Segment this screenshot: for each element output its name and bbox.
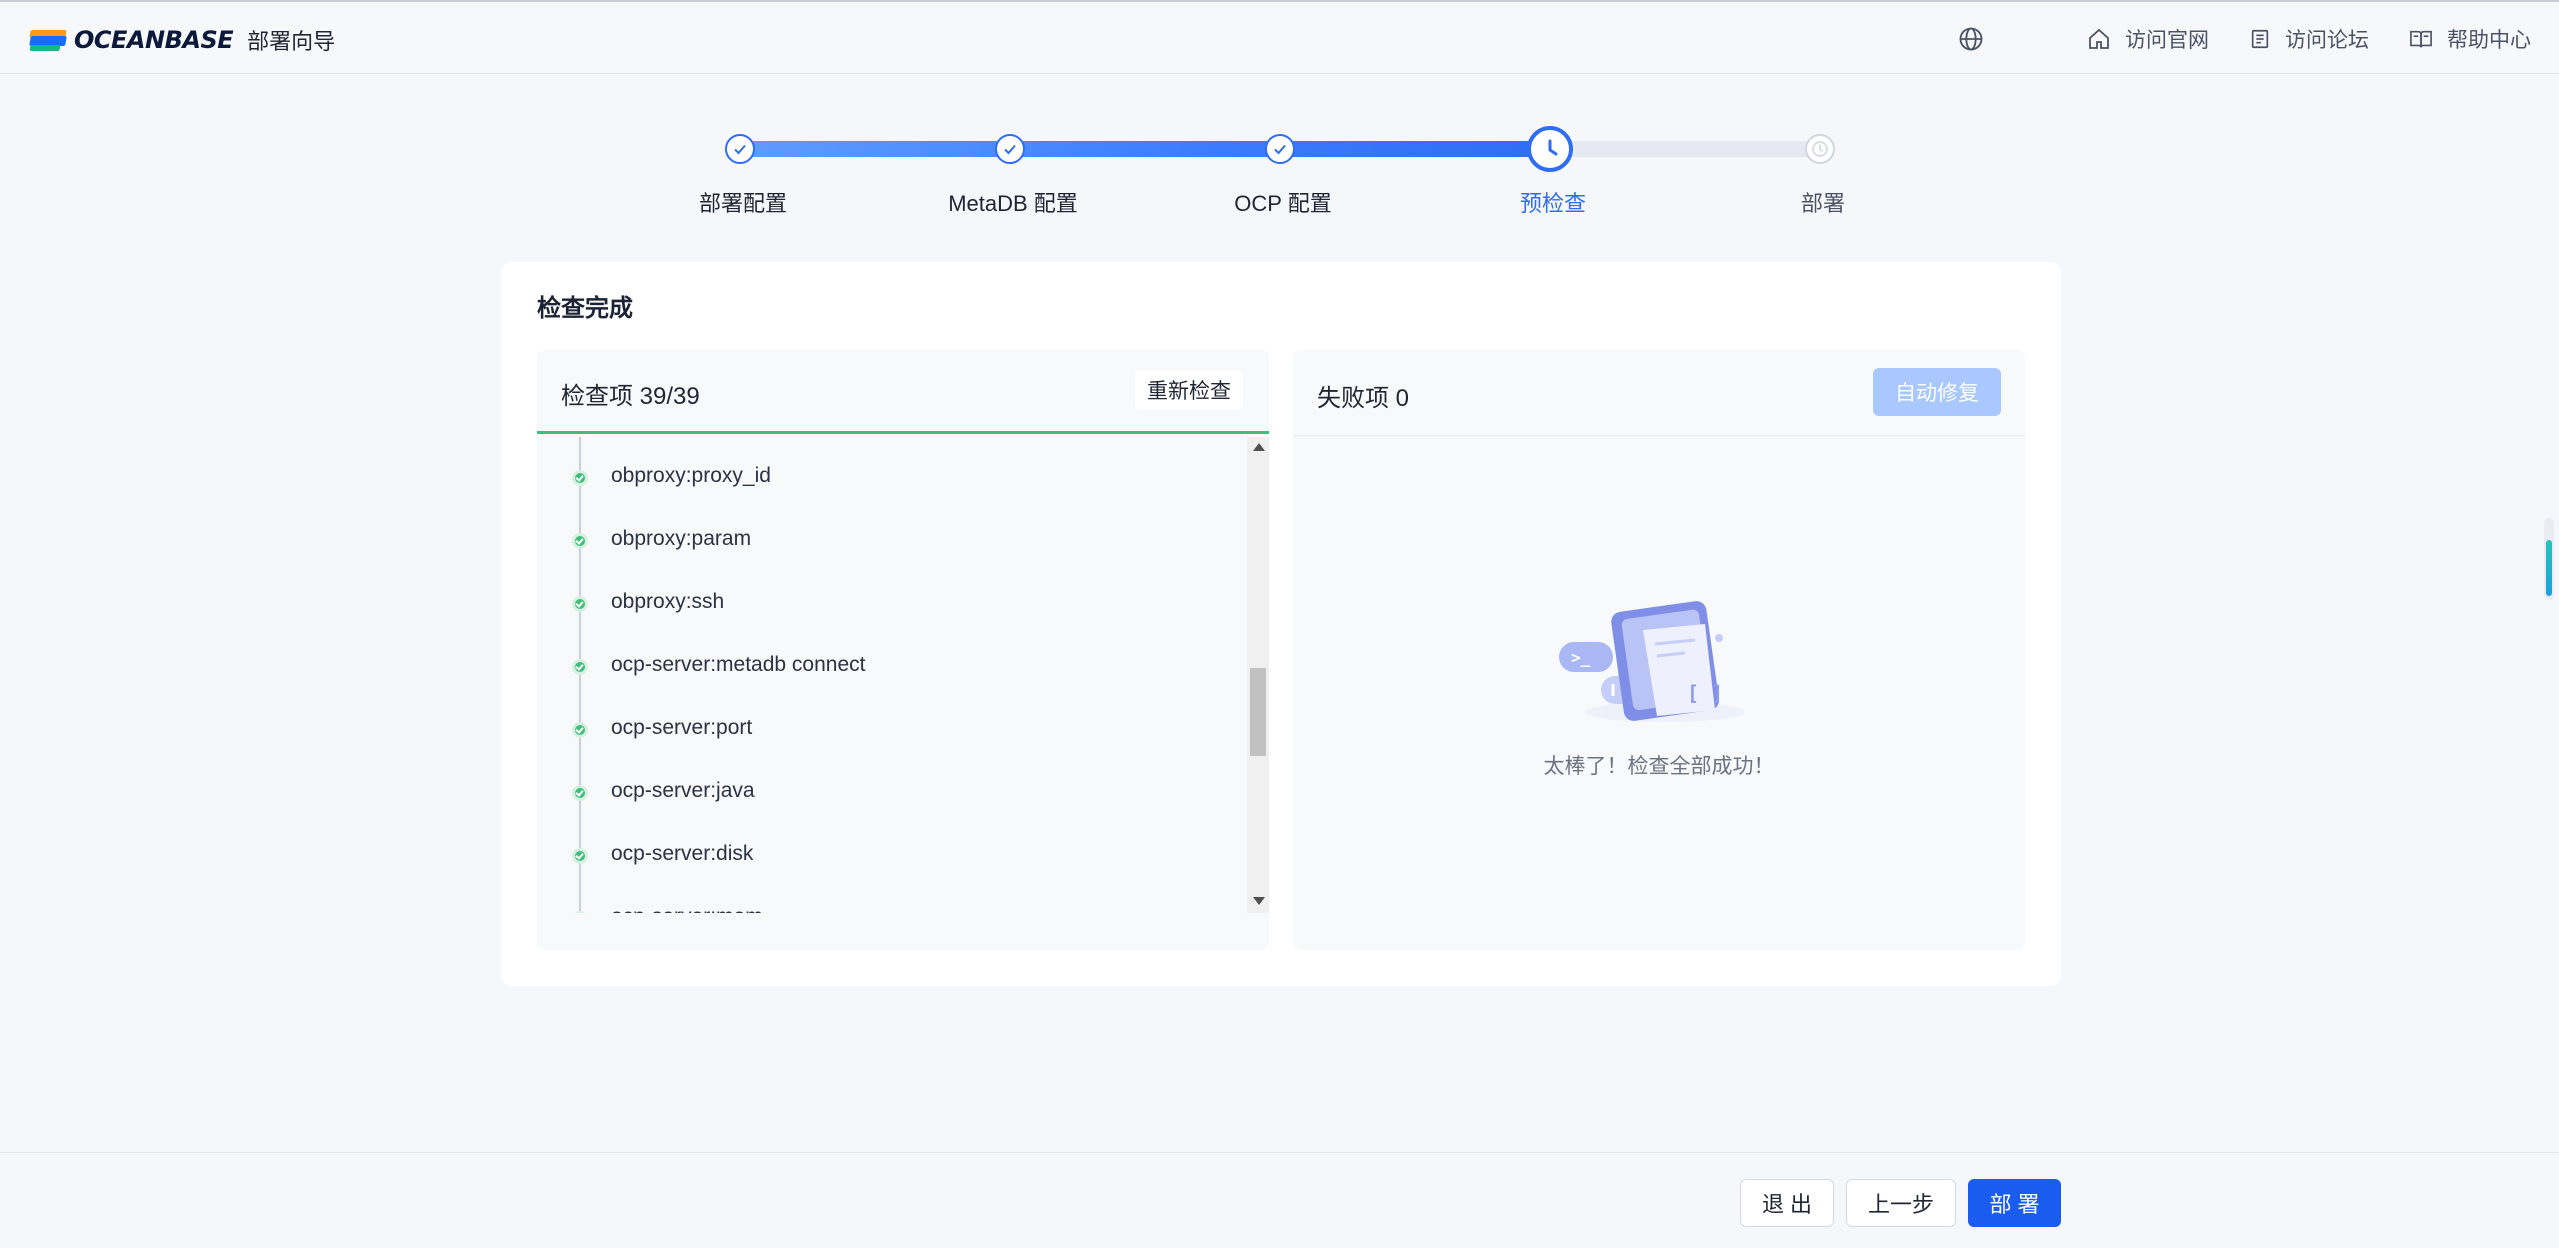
success-check-icon [572,533,588,549]
failures-header: 失败项 0 自动修复 [1293,350,2025,436]
step-label-ocp-config: OCP 配置 [1234,191,1332,216]
progress-stepper: 部署配置 MetaDB 配置 OCP 配置 预检查 部署 [698,118,1860,218]
success-check-icon [572,470,588,486]
recheck-button[interactable]: 重新检查 [1135,370,1243,410]
svg-text:>_: >_ [1571,648,1591,667]
nav-help-center-label: 帮助中心 [2447,29,2531,52]
step-label-metadb-config: MetaDB 配置 [948,191,1078,216]
top-bar: OCEANBASE 部署向导 访问官网 访问论坛 帮助中心 [0,0,2559,74]
success-check-icon [572,848,588,864]
step-2-check-icon [995,134,1025,164]
list-item: ocp-server:port [537,709,1237,749]
nav-forum-label: 访问论坛 [2285,29,2369,52]
top-nav: 访问官网 访问论坛 帮助中心 [1957,24,2531,54]
card-title: 检查完成 [537,295,633,322]
nav-forum[interactable]: 访问论坛 [2249,24,2369,54]
step-1-check-icon [725,134,755,164]
home-icon [2089,28,2109,49]
oceanbase-logo-icon [28,25,68,55]
globe-icon[interactable] [1957,25,1985,53]
list-item: ocp-server:disk [537,835,1237,875]
step-4-clock-icon [1527,126,1573,172]
scroll-thumb[interactable] [1250,668,1266,756]
list-item-label: ocp-server:mem [611,905,763,913]
step-label-precheck: 预检查 [1519,191,1587,216]
success-check-icon [572,659,588,675]
scroll-down-arrow-icon[interactable] [1253,897,1265,905]
check-items-list[interactable]: obproxy:proxy_id obproxy:param obproxy:s… [537,437,1269,913]
check-items-header: 检查项 39/39 重新检查 [537,350,1269,434]
step-label-deploy: 部署 [1800,191,1846,216]
nav-official-site[interactable]: 访问官网 [2087,24,2209,54]
list-item-label: obproxy:proxy_id [611,464,771,487]
forum-icon [2251,29,2269,49]
stepper-progress [740,141,1550,157]
nav-help-center[interactable]: 帮助中心 [2409,24,2531,54]
list-item: obproxy:ssh [537,583,1237,623]
list-item: obproxy:param [537,520,1237,560]
success-check-icon [572,785,588,801]
auto-fix-button[interactable]: 自动修复 [1873,368,2001,416]
list-item-label: obproxy:ssh [611,590,725,613]
book-icon [2410,30,2432,48]
check-items-count: 检查项 39/39 [561,383,700,410]
list-item: ocp-server:mem [537,898,1237,913]
success-check-icon [572,722,588,738]
list-item-label: ocp-server:port [611,716,753,739]
step-3-check-icon [1265,134,1295,164]
precheck-card: 检查完成 检查项 39/39 重新检查 obproxy:proxy_id obp… [501,262,2061,986]
check-items-panel: 检查项 39/39 重新检查 obproxy:proxy_id obproxy:… [537,350,1269,950]
list-item: ocp-server:metadb connect [537,646,1237,686]
scroll-up-arrow-icon[interactable] [1253,443,1265,451]
failures-panel: 失败项 0 自动修复 >_ [ ] 太棒了！检查全部成功！ [1293,350,2025,950]
empty-state-message: 太棒了！检查全部成功！ [1543,755,1775,778]
previous-step-button[interactable]: 上一步 [1846,1179,1956,1227]
success-check-icon [572,911,588,913]
app-subtitle: 部署向导 [247,29,336,54]
list-item-label: ocp-server:disk [611,842,754,865]
list-scrollbar[interactable] [1247,437,1269,913]
failures-count: 失败项 0 [1317,385,1410,412]
deploy-button[interactable]: 部 署 [1968,1179,2061,1227]
list-item-label: ocp-server:java [611,779,755,802]
footer-bar: 退 出 上一步 部 署 [0,1152,2559,1248]
side-floating-handle[interactable] [2544,518,2554,600]
brand[interactable]: OCEANBASE 部署向导 [28,24,335,56]
nav-official-site-label: 访问官网 [2125,29,2209,52]
success-check-icon [572,596,588,612]
exit-button[interactable]: 退 出 [1740,1179,1834,1227]
list-item-label: obproxy:param [611,527,752,550]
step-label-deploy-config: 部署配置 [698,191,788,216]
list-item: obproxy:proxy_id [537,457,1237,497]
logo-text: OCEANBASE [74,26,234,54]
empty-success-illustration-icon: >_ [ ] [1559,601,1745,722]
list-item-label: ocp-server:metadb connect [611,653,866,676]
list-item: ocp-server:java [537,772,1237,812]
step-5-clock-icon [1805,134,1835,164]
svg-text:[ ]: [ ] [1687,681,1723,705]
